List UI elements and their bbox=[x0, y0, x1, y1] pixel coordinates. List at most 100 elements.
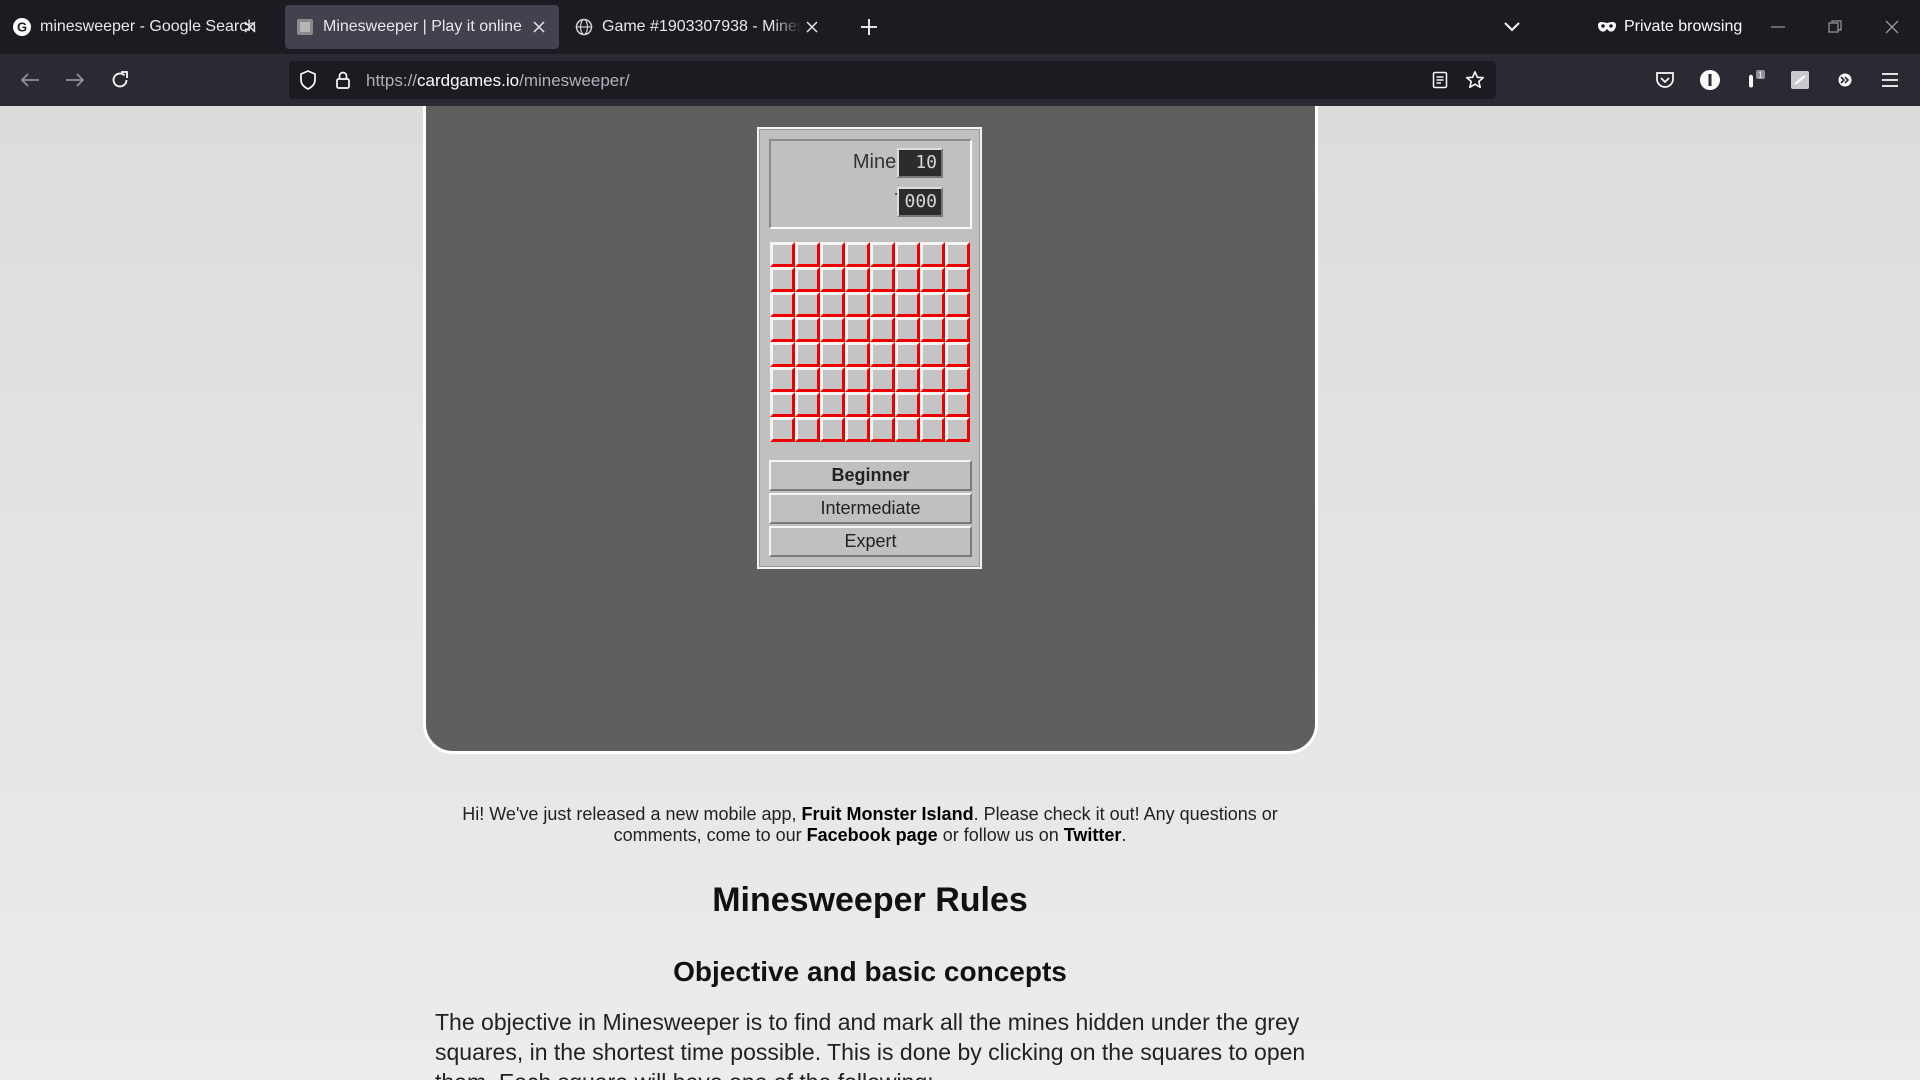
mine-cell[interactable] bbox=[770, 367, 795, 392]
app-link[interactable]: Fruit Monster Island bbox=[802, 804, 974, 824]
mine-cell[interactable] bbox=[845, 242, 870, 267]
pocket-icon[interactable] bbox=[1653, 68, 1677, 92]
mine-cell[interactable] bbox=[895, 292, 920, 317]
menu-icon[interactable] bbox=[1878, 68, 1902, 92]
mine-cell[interactable] bbox=[920, 242, 945, 267]
twitter-link[interactable]: Twitter bbox=[1064, 825, 1122, 845]
mine-cell[interactable] bbox=[895, 267, 920, 292]
minimize-icon[interactable] bbox=[1766, 15, 1790, 39]
mine-cell[interactable] bbox=[795, 417, 820, 442]
notes-extension-icon[interactable] bbox=[1788, 68, 1812, 92]
mine-cell[interactable] bbox=[820, 292, 845, 317]
mine-cell[interactable] bbox=[820, 342, 845, 367]
mine-cell[interactable] bbox=[795, 317, 820, 342]
new-tab-icon[interactable] bbox=[857, 15, 881, 39]
mine-cell[interactable] bbox=[895, 317, 920, 342]
mine-cell[interactable] bbox=[870, 317, 895, 342]
facebook-link[interactable]: Facebook page bbox=[807, 825, 938, 845]
extension-icon[interactable]: 1 bbox=[1743, 68, 1767, 92]
forward-icon[interactable] bbox=[62, 68, 88, 92]
level-expert-button[interactable]: Expert bbox=[769, 526, 972, 557]
mine-cell[interactable] bbox=[820, 242, 845, 267]
mine-cell[interactable] bbox=[945, 242, 970, 267]
mine-cell[interactable] bbox=[820, 417, 845, 442]
mine-cell[interactable] bbox=[895, 242, 920, 267]
mine-cell[interactable] bbox=[845, 367, 870, 392]
close-icon[interactable] bbox=[529, 17, 549, 37]
reload-icon[interactable] bbox=[107, 68, 133, 92]
mine-cell[interactable] bbox=[870, 292, 895, 317]
tab-game[interactable]: Game #1903307938 - Minesweeper bbox=[570, 5, 832, 49]
mine-cell[interactable] bbox=[920, 417, 945, 442]
more-extensions-icon[interactable] bbox=[1833, 68, 1857, 92]
mine-cell[interactable] bbox=[770, 342, 795, 367]
mine-cell[interactable] bbox=[845, 267, 870, 292]
mine-cell[interactable] bbox=[920, 292, 945, 317]
mine-cell[interactable] bbox=[770, 317, 795, 342]
mine-cell[interactable] bbox=[795, 292, 820, 317]
cell-face bbox=[798, 395, 817, 414]
mine-cell[interactable] bbox=[795, 342, 820, 367]
mine-cell[interactable] bbox=[795, 267, 820, 292]
mine-cell[interactable] bbox=[920, 342, 945, 367]
mine-cell[interactable] bbox=[845, 317, 870, 342]
mine-cell[interactable] bbox=[895, 392, 920, 417]
mine-cell[interactable] bbox=[945, 342, 970, 367]
mine-cell[interactable] bbox=[770, 267, 795, 292]
mine-cell[interactable] bbox=[870, 392, 895, 417]
cell-face bbox=[923, 245, 942, 264]
mine-cell[interactable] bbox=[945, 292, 970, 317]
mine-cell[interactable] bbox=[920, 392, 945, 417]
close-icon[interactable] bbox=[802, 17, 822, 37]
mine-cell[interactable] bbox=[920, 367, 945, 392]
back-icon[interactable] bbox=[17, 68, 43, 92]
tab-minesweeper[interactable]: Minesweeper | Play it online bbox=[285, 5, 559, 49]
mine-cell[interactable] bbox=[845, 342, 870, 367]
mine-cell[interactable] bbox=[845, 392, 870, 417]
mine-cell[interactable] bbox=[945, 392, 970, 417]
list-all-tabs-icon[interactable] bbox=[1500, 15, 1524, 39]
mine-cell[interactable] bbox=[920, 317, 945, 342]
shield-icon[interactable] bbox=[297, 69, 319, 91]
mine-cell[interactable] bbox=[870, 367, 895, 392]
mine-cell[interactable] bbox=[870, 242, 895, 267]
mine-cell[interactable] bbox=[945, 267, 970, 292]
mine-cell[interactable] bbox=[795, 242, 820, 267]
mine-cell[interactable] bbox=[945, 317, 970, 342]
mine-cell[interactable] bbox=[845, 292, 870, 317]
mine-cell[interactable] bbox=[870, 417, 895, 442]
mine-cell[interactable] bbox=[895, 367, 920, 392]
tab-google-search[interactable]: G minesweeper - Google Search bbox=[8, 5, 270, 49]
mine-cell[interactable] bbox=[945, 367, 970, 392]
cell-face bbox=[898, 370, 917, 389]
mine-cell[interactable] bbox=[770, 417, 795, 442]
url-text[interactable]: https://cardgames.io/minesweeper/ bbox=[366, 71, 630, 91]
mine-cell[interactable] bbox=[820, 267, 845, 292]
bookmark-star-icon[interactable] bbox=[1464, 69, 1486, 91]
mine-cell[interactable] bbox=[770, 292, 795, 317]
reader-view-icon[interactable] bbox=[1429, 69, 1451, 91]
mine-cell[interactable] bbox=[895, 417, 920, 442]
mine-cell[interactable] bbox=[820, 392, 845, 417]
address-bar[interactable]: https://cardgames.io/minesweeper/ bbox=[289, 61, 1496, 99]
mine-cell[interactable] bbox=[895, 342, 920, 367]
mine-cell[interactable] bbox=[820, 317, 845, 342]
mine-cell[interactable] bbox=[820, 367, 845, 392]
level-intermediate-button[interactable]: Intermediate bbox=[769, 493, 972, 524]
mine-cell[interactable] bbox=[920, 267, 945, 292]
mine-cell[interactable] bbox=[945, 417, 970, 442]
cell-face bbox=[798, 420, 817, 439]
mine-cell[interactable] bbox=[795, 392, 820, 417]
lock-icon[interactable] bbox=[332, 69, 354, 91]
level-beginner-button[interactable]: Beginner bbox=[769, 460, 972, 491]
close-window-icon[interactable] bbox=[1880, 15, 1904, 39]
mine-cell[interactable] bbox=[870, 267, 895, 292]
mine-cell[interactable] bbox=[770, 392, 795, 417]
password-manager-icon[interactable] bbox=[1698, 68, 1722, 92]
mine-cell[interactable] bbox=[870, 342, 895, 367]
close-icon[interactable] bbox=[240, 17, 260, 37]
restore-icon[interactable] bbox=[1823, 15, 1847, 39]
mine-cell[interactable] bbox=[770, 242, 795, 267]
mine-cell[interactable] bbox=[845, 417, 870, 442]
mine-cell[interactable] bbox=[795, 367, 820, 392]
